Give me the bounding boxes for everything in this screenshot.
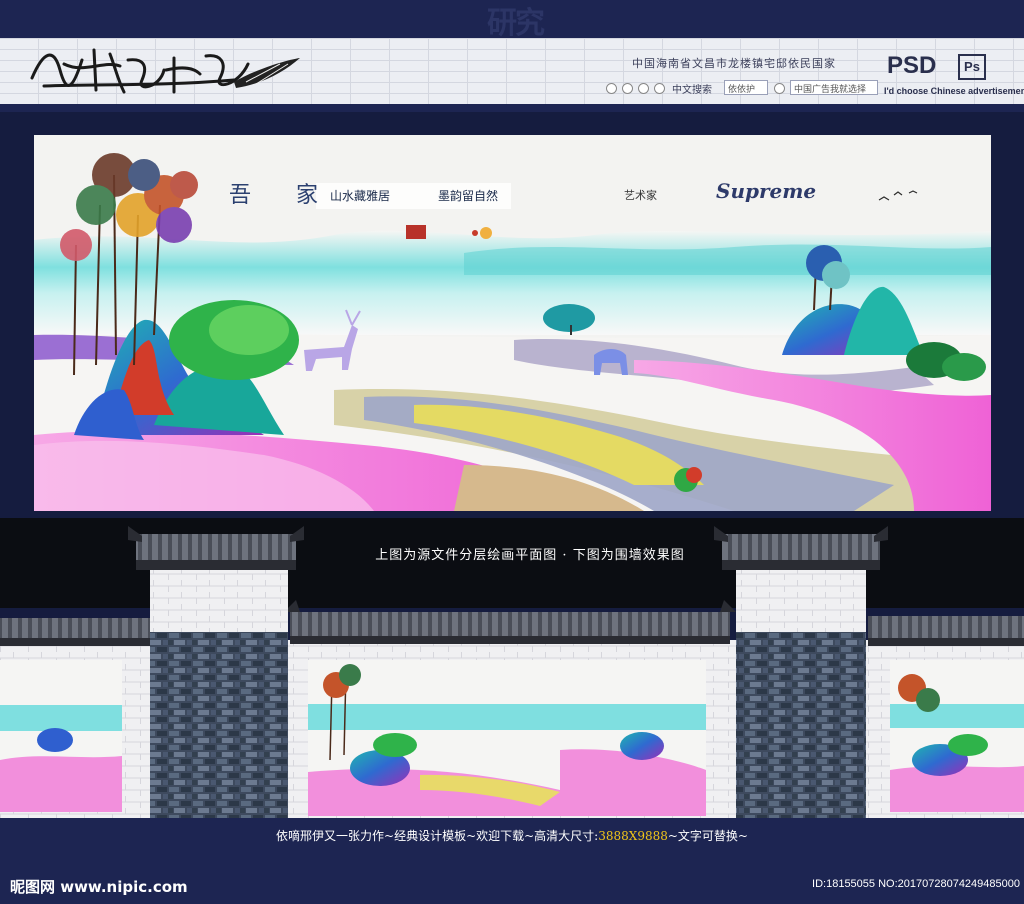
calligraphy-signature-icon <box>30 48 300 94</box>
landscape-painting: 吾 家 山水藏雅居 墨韵留自然 艺术家 Supreme <box>34 135 991 511</box>
site-logo[interactable]: 昵图网 www.nipic.com <box>10 876 188 897</box>
caption-text: 上图为源文件分层绘画平面图 · 下图为围墙效果图 <box>375 548 685 563</box>
footer-text-after: ~文字可替换~ <box>667 829 748 843</box>
image-id: ID:18155055 NO:20170728074249485000 <box>812 878 1020 890</box>
search-input[interactable]: 依依护 <box>724 80 768 95</box>
header-search-row: 中文搜索 依依护 中国广告我就选择 <box>606 79 878 99</box>
art-slogan-1: 山水藏雅居 <box>330 189 391 203</box>
footer-size: 3888X9888 <box>598 829 668 843</box>
art-brand-char-2: 家 <box>296 183 319 208</box>
radio-icon[interactable] <box>654 83 665 94</box>
wall-poster-right <box>890 660 1024 812</box>
art-script-brand: Supreme <box>716 179 817 203</box>
art-brand-char-1: 吾 <box>229 183 252 208</box>
wall-poster-left <box>0 660 122 812</box>
header-title: 中国海南省文昌市龙楼镇宅邸依民国家 <box>632 58 836 70</box>
header-band: 研究 中国海南省文昌市龙楼镇宅邸依民国家 中文搜索 依依护 中国广告我就选择 P… <box>0 0 1024 112</box>
tagline: I'd choose Chinese advertisement <box>884 86 1024 96</box>
art-slogan-2: 墨韵留自然 <box>438 189 499 203</box>
radio-icon[interactable] <box>606 83 617 94</box>
ps-badge: Ps <box>958 54 986 80</box>
radio-icon[interactable] <box>638 83 649 94</box>
footer-description: 依嘀邢伊又一张力作~经典设计模板~欢迎下载~高清大尺寸:3888X9888~文字… <box>0 827 1024 844</box>
wall-poster-center <box>308 660 706 816</box>
radio-icon[interactable] <box>774 83 785 94</box>
footer-text-before: 依嘀邢伊又一张力作~经典设计模板~欢迎下载~高清大尺寸: <box>276 829 599 843</box>
watermark-seal: 研究 <box>487 6 545 41</box>
search-input-2[interactable]: 中国广告我就选择 <box>790 80 878 95</box>
poster-preview: 研究 中国海南省文昌市龙楼镇宅邸依民国家 中文搜索 依依护 中国广告我就选择 P… <box>0 0 1024 904</box>
landscape-illustration <box>34 135 991 511</box>
wall-pillar-right <box>714 526 888 818</box>
psd-label: PSD <box>887 52 937 79</box>
art-artist: 艺术家 <box>624 189 657 202</box>
radio-icon[interactable] <box>622 83 633 94</box>
wall-pillar-left <box>128 526 304 818</box>
wall-rendering <box>0 526 1024 820</box>
search-label: 中文搜索 <box>672 85 712 96</box>
